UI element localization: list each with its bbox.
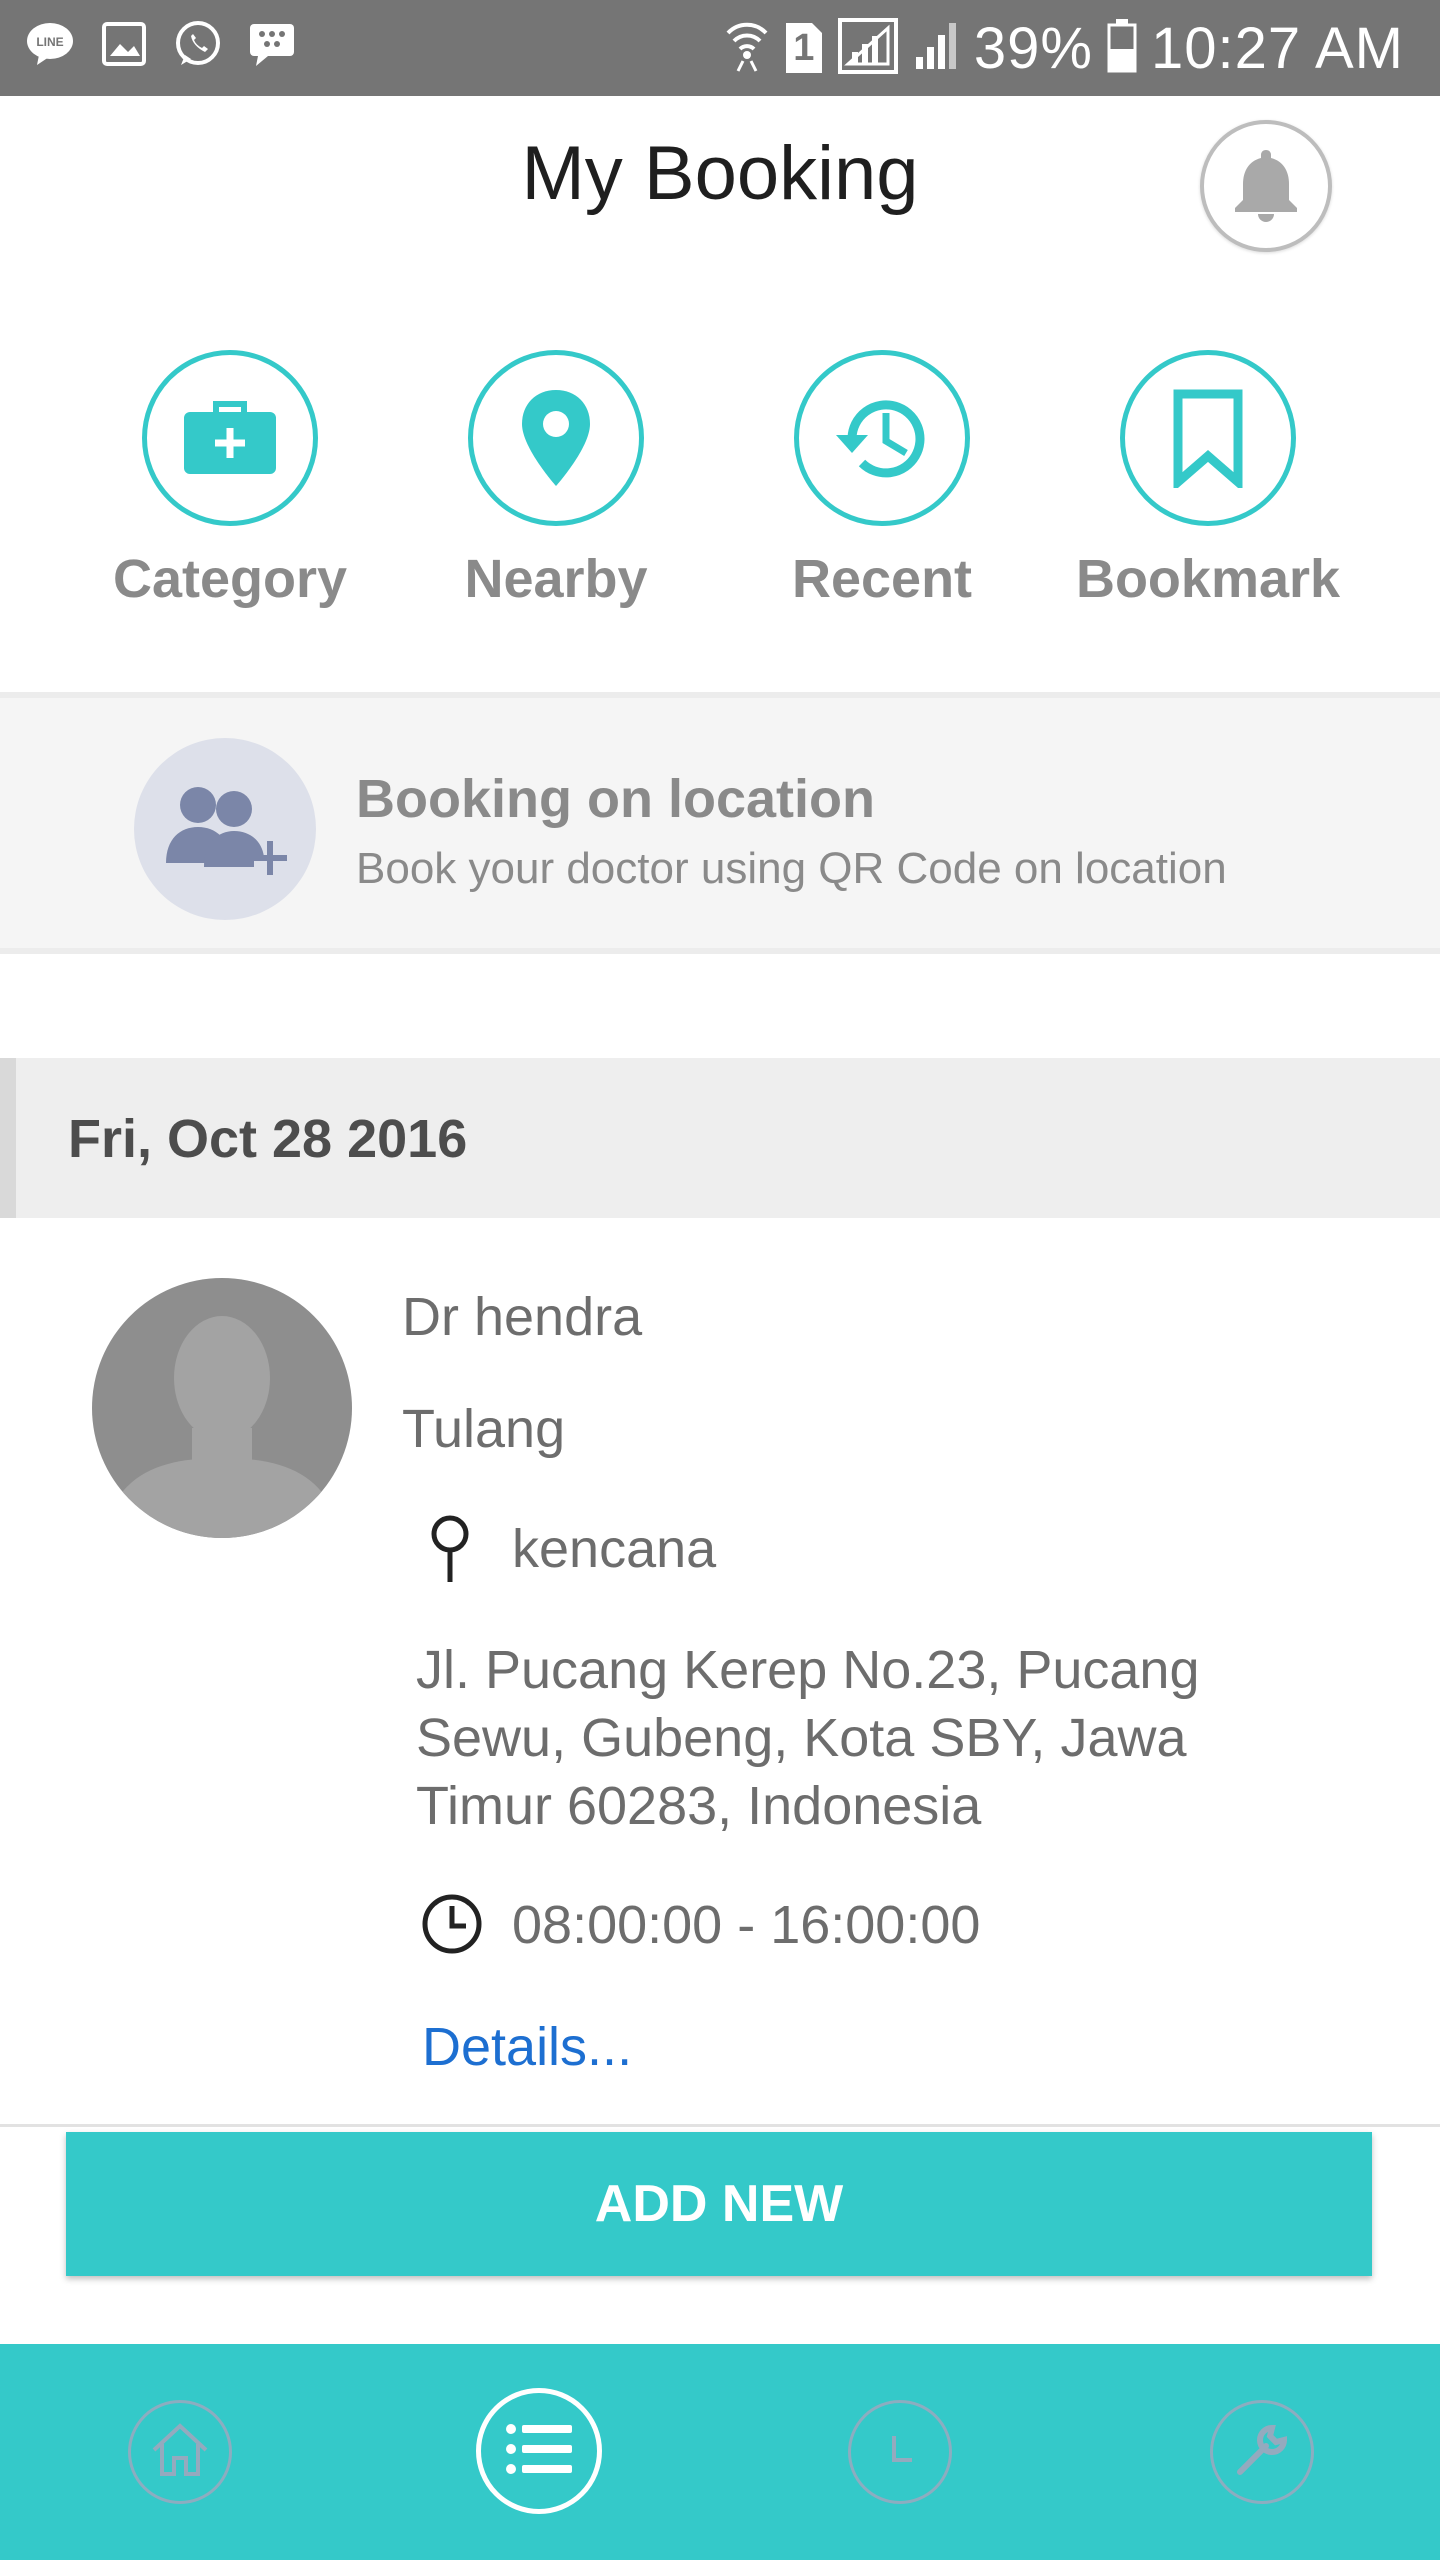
bookmark-icon [1120, 350, 1296, 526]
quick-action-bookmark[interactable]: Bookmark [1058, 350, 1358, 610]
quick-action-nearby[interactable]: Nearby [406, 350, 706, 610]
cell-signal-icon [912, 21, 960, 76]
booking-date: Fri, Oct 28 2016 [68, 1109, 468, 1169]
whatsapp-icon [172, 18, 224, 70]
clock-icon [880, 2430, 920, 2475]
clock-icon [420, 1892, 484, 1956]
nav-clock-button[interactable] [848, 2400, 952, 2504]
quick-action-label: Recent [791, 549, 973, 609]
list-icon [504, 2421, 574, 2482]
quick-action-label: Nearby [464, 549, 648, 609]
wifi-icon [724, 19, 770, 78]
booking-on-location-title: Booking on location [356, 769, 875, 829]
date-section-header: Fri, Oct 28 2016 [0, 1058, 1440, 1218]
bottom-navigation [0, 2344, 1440, 2560]
battery-percentage: 39% [973, 15, 1093, 81]
sim-slot-number: 1 [793, 27, 815, 69]
quick-action-label: Bookmark [1075, 549, 1341, 609]
location-pin-icon [418, 1514, 482, 1584]
signal-box-icon [837, 17, 898, 79]
line-app-icon: LINE [24, 18, 76, 70]
map-pin-icon [468, 350, 644, 526]
quick-action-label: Category [112, 549, 348, 609]
wrench-icon [1232, 2420, 1292, 2485]
doctor-avatar [92, 1278, 352, 1538]
booking-on-location-subtitle: Book your doctor using QR Code on locati… [356, 844, 1227, 893]
doctor-name: Dr hendra [402, 1287, 643, 1347]
nav-home-button[interactable] [128, 2400, 232, 2504]
doctor-specialty: Tulang [402, 1399, 566, 1459]
nav-settings-button[interactable] [1210, 2400, 1314, 2504]
add-new-button[interactable]: ADD NEW [66, 2132, 1372, 2276]
bell-icon [1224, 142, 1308, 231]
svg-text:LINE: LINE [36, 35, 63, 49]
nav-list-button[interactable] [476, 2388, 602, 2514]
clock-time: 10:27 AM [1150, 15, 1404, 81]
history-clock-icon [794, 350, 970, 526]
gallery-icon [98, 18, 150, 70]
status-bar: LINE 1 39% 10:27 AM [0, 0, 1440, 96]
details-link[interactable]: Details... [422, 2016, 632, 2078]
home-icon [148, 2420, 212, 2485]
sim-slot-icon: 1 [784, 21, 824, 75]
practice-hours: 08:00:00 - 16:00:00 [512, 1895, 981, 1955]
divider [0, 2124, 1440, 2127]
notification-button[interactable] [1200, 120, 1332, 252]
booking-on-location-banner[interactable]: Booking on location Book your doctor usi… [0, 692, 1440, 954]
clinic-location: kencana [512, 1519, 717, 1579]
medical-kit-icon [142, 350, 318, 526]
clinic-address: Jl. Pucang Kerep No.23, Pucang Sewu, Gub… [416, 1640, 1200, 1836]
add-group-icon [134, 738, 316, 920]
quick-action-category[interactable]: Category [80, 350, 380, 610]
bbm-icon [246, 18, 298, 70]
battery-icon [1107, 18, 1137, 78]
quick-action-recent[interactable]: Recent [732, 350, 1032, 610]
